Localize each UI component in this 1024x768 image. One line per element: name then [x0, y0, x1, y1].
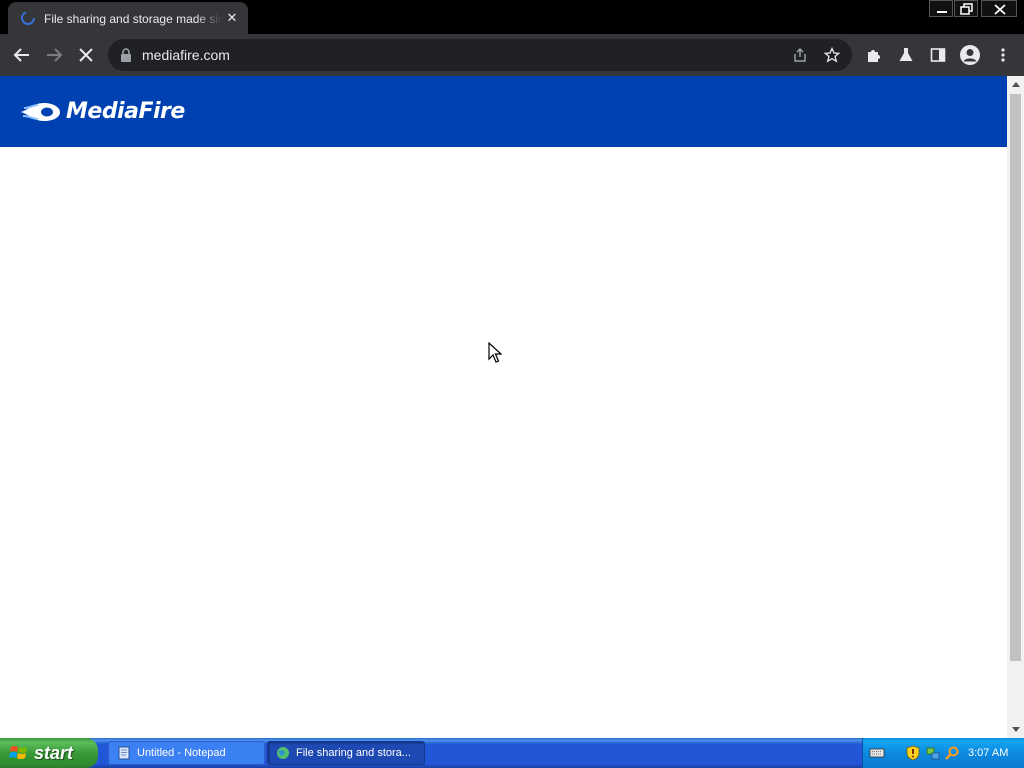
browser-menu-button[interactable]: [987, 39, 1019, 71]
forward-button[interactable]: [38, 39, 70, 71]
tab-title: File sharing and storage made simple: [44, 12, 222, 26]
kebab-menu-icon: [1001, 48, 1005, 62]
side-panel-button[interactable]: [922, 39, 954, 71]
taskbar-item-label: File sharing and stora...: [296, 747, 411, 759]
close-icon: [79, 48, 93, 62]
flask-icon: [899, 48, 913, 61]
taskbar-item-notepad[interactable]: Untitled - Notepad: [108, 741, 265, 765]
start-button[interactable]: start: [0, 738, 98, 768]
profile-icon: [960, 45, 980, 65]
labs-button[interactable]: [890, 39, 922, 71]
window-restore-button[interactable]: [954, 0, 978, 17]
lock-icon[interactable]: [120, 48, 132, 62]
tab-strip: File sharing and storage made simple ✕: [0, 0, 1024, 34]
flame-logo-icon: [20, 103, 60, 121]
taskbar-clock[interactable]: 3:07 AM: [968, 746, 1008, 760]
extensions-button[interactable]: [858, 39, 890, 71]
side-panel-icon: [930, 48, 946, 62]
back-button[interactable]: [6, 39, 38, 71]
share-icon: [794, 47, 806, 62]
taskbar-item-label: Untitled - Notepad: [137, 747, 226, 759]
globe-icon: [277, 747, 289, 759]
bookmark-button[interactable]: [820, 43, 844, 67]
puzzle-icon: [868, 50, 880, 62]
notepad-icon: [118, 746, 130, 760]
security-shield-icon[interactable]: [905, 745, 921, 761]
minimize-icon: [937, 11, 947, 13]
vertical-scrollbar[interactable]: [1007, 76, 1024, 738]
site-header: MediaFire: [0, 76, 1007, 147]
caret-up-icon: [1011, 82, 1020, 87]
url-text[interactable]: mediafire.com: [142, 47, 230, 63]
windows-flag-icon: [9, 746, 27, 759]
scrollbar-thumb[interactable]: [1010, 94, 1021, 661]
taskbar-item-browser[interactable]: File sharing and stora...: [267, 741, 425, 765]
keyboard-icon[interactable]: [869, 745, 885, 761]
browser-tab[interactable]: File sharing and storage made simple ✕: [8, 2, 248, 34]
close-icon: [994, 4, 1006, 15]
profile-button[interactable]: [954, 39, 986, 71]
network-icon[interactable]: [925, 745, 941, 761]
page-viewport: MediaFire: [0, 76, 1024, 738]
arrow-right-icon: [47, 48, 63, 62]
star-icon: [824, 47, 840, 63]
browser-toolbar: mediafire.com: [0, 34, 1024, 76]
scroll-down-button[interactable]: [1007, 722, 1024, 738]
system-tray: 3:07 AM: [862, 738, 1024, 768]
search-icon[interactable]: [944, 745, 960, 761]
mouse-cursor-icon: [488, 342, 502, 363]
mediafire-logo[interactable]: MediaFire: [18, 97, 185, 127]
stop-loading-button[interactable]: [70, 39, 102, 71]
loading-spinner-icon: [21, 11, 35, 25]
window-close-button[interactable]: [981, 0, 1017, 17]
share-button[interactable]: [788, 43, 812, 67]
caret-down-icon: [1011, 727, 1020, 732]
taskbar: start Untitled - Notepad File sharing an…: [0, 738, 1024, 768]
restore-icon: [960, 3, 973, 15]
window-minimize-button[interactable]: [929, 0, 953, 17]
address-bar[interactable]: mediafire.com: [108, 39, 852, 71]
tab-close-icon[interactable]: ✕: [224, 10, 240, 26]
logo-text: MediaFire: [66, 99, 185, 124]
start-label: start: [34, 742, 74, 763]
scroll-up-button[interactable]: [1007, 76, 1024, 92]
arrow-left-icon: [13, 48, 29, 62]
